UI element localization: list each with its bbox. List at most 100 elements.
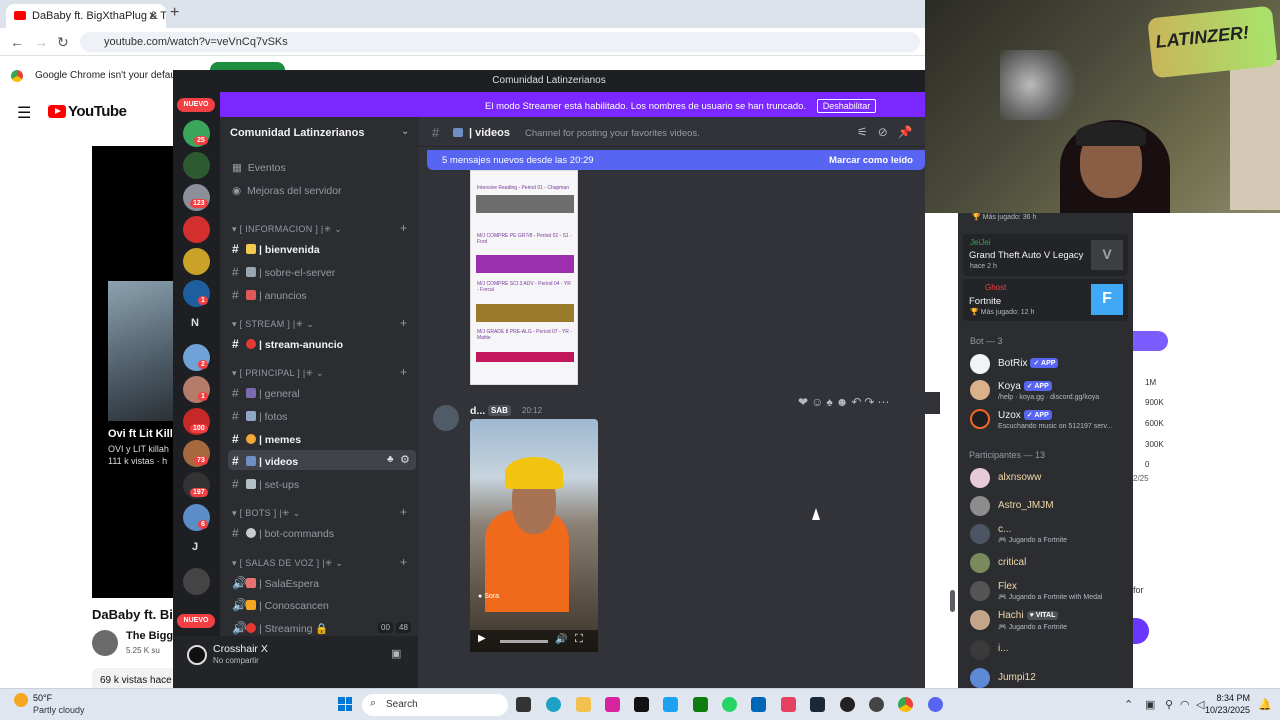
clock-time[interactable]: 8:34 PM [1210,693,1250,703]
clock-date[interactable]: 10/23/2025 [1200,705,1250,715]
channel-general[interactable]: # | general [232,386,300,400]
weather-desc[interactable]: Partly cloudy [33,705,85,715]
steam-icon[interactable] [810,697,825,712]
member-name[interactable]: Uzox ✓ APP [998,410,1052,421]
tray-app-icon[interactable]: ▣ [1145,698,1155,711]
server-icon[interactable] [183,216,210,243]
weather-icon[interactable] [14,693,28,707]
back-icon[interactable]: ← [10,34,24,50]
channel-sobre-el-server[interactable]: # | sobre-el-server [232,265,335,279]
heart-reaction-icon[interactable]: ❤ [798,395,811,409]
new-messages-bar[interactable]: 5 mensajes nuevos desde las 20:29 Marcar… [427,150,925,170]
store-icon[interactable] [751,697,766,712]
gear-icon[interactable]: ⚙ [400,453,410,466]
channel-set-ups[interactable]: # | set-ups [232,477,299,491]
app-icon[interactable] [869,697,884,712]
play-icon[interactable]: ▶ [478,633,486,644]
reply-icon[interactable]: ↶ [851,395,864,409]
video-progress[interactable] [500,640,548,643]
tiktok-icon[interactable] [634,697,649,712]
purple-button[interactable] [1133,331,1168,351]
category-voice[interactable]: ▾ [ SALAS DE VOZ ] |✳ ⌄ [232,558,343,569]
member-avatar[interactable] [970,640,990,660]
server-letter-icon[interactable]: N [191,317,199,329]
member-avatar[interactable] [970,496,990,516]
discord-icon[interactable] [928,697,943,712]
channel-fotos[interactable]: # | fotos [232,409,287,423]
channel-anuncios[interactable]: # | anuncios [232,288,307,302]
reload-icon[interactable]: ↻ [57,34,69,51]
chevron-down-icon[interactable]: ⌄ [401,126,409,137]
member-avatar[interactable] [970,668,990,688]
channel-bienvenida[interactable]: # | bienvenida [232,242,320,256]
member-name[interactable]: BotRix ✓ APP [998,358,1059,369]
add-channel-icon[interactable]: + [400,555,407,569]
threads-icon[interactable]: ⚟ [857,125,878,139]
member-name[interactable]: Astro_JMJM [998,500,1054,511]
weather-temp[interactable]: 50°F [33,693,52,703]
member-avatar[interactable] [970,354,990,374]
member-avatar[interactable] [970,409,990,429]
twitter-icon[interactable] [663,697,678,712]
mark-read-button[interactable]: Marcar como leído [829,155,913,166]
channel-avatar[interactable] [92,630,118,656]
channel-topic[interactable]: Channel for posting your favorites video… [525,128,700,139]
category-stream[interactable]: ▾ [ STREAM ] |✳ ⌄ [232,319,314,330]
add-reaction-icon[interactable]: ☻ [836,395,852,409]
scrollbar[interactable] [950,590,955,612]
volume-icon[interactable]: 🔊 [555,634,567,645]
add-channel-icon[interactable]: + [400,316,407,330]
member-avatar[interactable] [970,553,990,573]
channel-bot-commands[interactable]: # | bot-commands [232,526,334,540]
member-name[interactable]: Jumpi12 [998,672,1036,683]
user-avatar[interactable] [187,645,207,665]
pin-icon[interactable]: 📌 [898,125,923,139]
channel-videos[interactable]: # | videos [232,454,298,468]
forward-icon[interactable]: → [34,34,48,50]
taskbar-search[interactable]: ⌕ Search [362,694,508,716]
youtube-logo-icon[interactable] [48,105,66,118]
browser-tab[interactable]: DaBaby ft. BigXthaPlug & That ✕ [6,4,166,28]
member-avatar[interactable] [970,610,990,630]
screen-share-icon[interactable]: ▣ [391,647,401,660]
edge-icon[interactable] [546,697,561,712]
task-view-icon[interactable] [516,697,531,712]
boosts-item[interactable]: ◉ Mejoras del servidor [232,185,342,197]
member-avatar[interactable] [970,581,990,601]
fullscreen-icon[interactable]: ⛶ [575,633,583,646]
purple-button-2[interactable] [1133,618,1149,644]
invite-icon[interactable]: ♣ [387,454,394,465]
add-channel-icon[interactable]: + [400,365,407,379]
member-name[interactable]: alxnsoww [998,472,1041,483]
voice-conoscancen[interactable]: 🔊 | Conoscancen [232,598,329,612]
member-name[interactable]: Flex [998,581,1017,592]
youtube-logo-text[interactable]: YouTube [68,103,127,120]
channel-memes[interactable]: # | memes [232,432,301,446]
member-avatar[interactable] [970,524,990,544]
forward-icon[interactable]: ↷ [864,395,877,409]
add-channel-icon[interactable]: + [400,505,407,519]
user-name[interactable]: Crosshair X [213,643,268,655]
server-letter-icon[interactable]: J [192,541,198,553]
chrome-icon[interactable] [898,697,913,712]
laugh-reaction-icon[interactable]: ☺ [811,395,826,409]
server-name[interactable]: Comunidad Latinzerianos [230,127,364,139]
member-name[interactable]: i... [998,643,1009,654]
new-tab-icon[interactable]: + [170,4,179,22]
member-name[interactable]: c... [998,524,1011,535]
address-bar[interactable]: youtube.com/watch?v=veVnCq7vSKs [80,32,920,52]
member-name[interactable]: critical [998,557,1026,568]
more-icon[interactable]: ⋯ [877,395,892,409]
member-name[interactable]: Hachi ♥ VITAL [998,610,1059,621]
channel-name[interactable]: The Bigge [126,630,179,642]
message-author[interactable]: d... [470,405,485,417]
message-avatar[interactable] [433,405,459,431]
category-principal[interactable]: ▾ [ PRINCIPAL ] |✳ ⌄ [232,368,324,379]
attached-image[interactable]: Intensive Reading - Period 01 - Chapman … [470,170,578,385]
channel-stream-anuncio[interactable]: # | stream-anuncio [232,337,343,351]
server-icon[interactable] [183,152,210,179]
instagram-icon[interactable] [605,697,620,712]
tray-chevron-icon[interactable]: ⌃ [1124,698,1133,711]
member-avatar[interactable] [970,380,990,400]
menu-icon[interactable]: ☰ [17,103,31,123]
